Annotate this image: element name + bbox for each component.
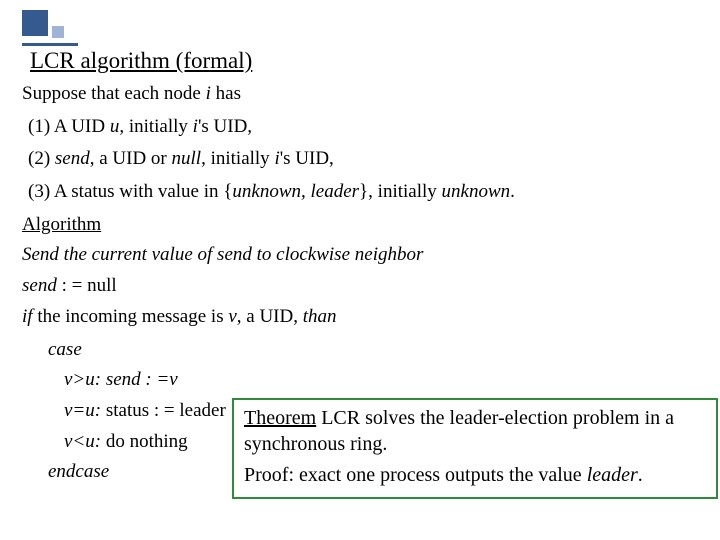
text: , a UID, bbox=[237, 306, 303, 327]
initial-value: unknown bbox=[442, 181, 511, 202]
text: (2) bbox=[28, 148, 55, 169]
theorem-label: Theorem bbox=[244, 407, 316, 429]
var-send: send bbox=[55, 148, 90, 169]
text: . bbox=[638, 464, 643, 486]
theorem-box: Theorem LCR solves the leader-election p… bbox=[232, 398, 718, 499]
action: status : = leader bbox=[101, 400, 226, 421]
text: . bbox=[510, 181, 515, 202]
values: unknown, leader bbox=[232, 181, 359, 202]
text: , a UID or bbox=[90, 148, 172, 169]
text: 's UID bbox=[198, 116, 247, 137]
text: }, initially bbox=[359, 181, 441, 202]
suppose-line: Suppose that each node i has bbox=[18, 82, 706, 107]
text: (1) A UID bbox=[28, 116, 110, 137]
proof-line: Proof: exact one process outputs the val… bbox=[244, 463, 706, 489]
theorem-line: Theorem LCR solves the leader-election p… bbox=[244, 406, 706, 457]
kw-if: if bbox=[22, 306, 33, 327]
text: , bbox=[247, 116, 252, 137]
cond: v=u: bbox=[64, 400, 101, 421]
text: 's UID, bbox=[280, 148, 334, 169]
assign-line: send : = null bbox=[18, 274, 706, 299]
text: , initially bbox=[201, 148, 274, 169]
case-1: v>u: send : =v bbox=[18, 368, 706, 393]
var-send: send bbox=[22, 275, 57, 296]
item-1: (1) A UID u, initially i's UID, bbox=[18, 115, 706, 140]
text: : = null bbox=[57, 275, 117, 296]
text: Suppose that each node bbox=[22, 83, 206, 104]
item-2: (2) send, a UID or null, initially i's U… bbox=[18, 147, 706, 172]
kw-than: than bbox=[303, 306, 337, 327]
algorithm-label: Algorithm bbox=[18, 213, 706, 238]
leader-word: leader bbox=[587, 464, 638, 486]
item-3: (3) A status with value in {unknown, lea… bbox=[18, 180, 706, 205]
action: do nothing bbox=[101, 431, 188, 452]
proof-text: Proof: exact one process outputs the val… bbox=[244, 464, 587, 486]
var-v: v bbox=[228, 306, 236, 327]
send-line: Send the current value of send to clockw… bbox=[18, 243, 706, 268]
text: (3) A status with value in { bbox=[28, 181, 232, 202]
slide-title: LCR algorithm (formal) bbox=[30, 48, 252, 74]
case-line: case bbox=[18, 338, 706, 363]
text: has bbox=[211, 83, 241, 104]
if-line: if the incoming message is v, a UID, tha… bbox=[18, 305, 706, 330]
var-u: u bbox=[110, 116, 120, 137]
text: , initially bbox=[119, 116, 192, 137]
cond: v<u: bbox=[64, 431, 101, 452]
text: the incoming message is bbox=[33, 306, 229, 327]
slide: LCR algorithm (formal) Suppose that each… bbox=[0, 0, 720, 540]
var-null: null bbox=[172, 148, 202, 169]
